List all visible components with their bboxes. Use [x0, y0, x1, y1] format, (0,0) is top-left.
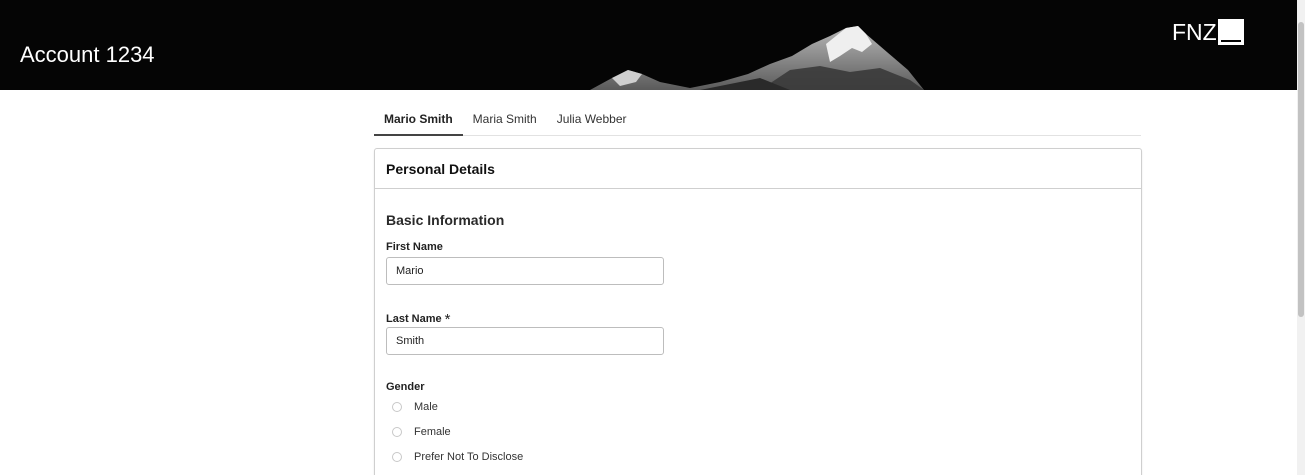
page: Account 1234 FNZ Mario Smith Maria Smith…	[0, 0, 1305, 475]
section-title: Basic Information	[386, 212, 505, 228]
radio-circle-icon[interactable]	[392, 427, 402, 437]
radio-label: Prefer Not To Disclose	[414, 451, 524, 463]
card-title: Personal Details	[386, 160, 495, 177]
tab-julia-webber[interactable]: Julia Webber	[547, 103, 637, 134]
client-tabs: Mario Smith Maria Smith Julia Webber	[374, 103, 1141, 136]
last-name-label-text: Last Name	[386, 313, 442, 325]
scrollbar-thumb[interactable]	[1298, 22, 1304, 317]
vertical-scrollbar[interactable]	[1297, 0, 1305, 475]
first-name-label: First Name	[386, 241, 443, 253]
fnz-logo: FNZ	[1172, 19, 1244, 45]
tab-maria-smith[interactable]: Maria Smith	[463, 103, 547, 134]
required-asterisk: *	[444, 311, 451, 328]
gender-option-female[interactable]: Female	[392, 426, 451, 438]
header-banner: Account 1234 FNZ	[0, 0, 1297, 90]
last-name-input[interactable]	[386, 327, 664, 355]
card-header: Personal Details	[375, 149, 1141, 189]
radio-label: Male	[414, 401, 438, 413]
logo-text: FNZ	[1172, 19, 1217, 45]
mountain-image	[590, 26, 924, 90]
radio-circle-icon[interactable]	[392, 402, 402, 412]
page-title: Account 1234	[20, 42, 155, 67]
first-name-input[interactable]	[386, 257, 664, 285]
last-name-label: Last Name *	[386, 309, 451, 328]
radio-label: Female	[414, 426, 451, 438]
personal-details-card: Personal Details Basic Information First…	[374, 148, 1142, 475]
tab-mario-smith[interactable]: Mario Smith	[374, 103, 463, 136]
gender-option-male[interactable]: Male	[392, 401, 438, 413]
radio-circle-icon[interactable]	[392, 452, 402, 462]
logo-mark-icon	[1217, 19, 1244, 45]
gender-option-prefer-not-to-disclose[interactable]: Prefer Not To Disclose	[392, 451, 523, 463]
gender-label: Gender	[386, 381, 425, 393]
